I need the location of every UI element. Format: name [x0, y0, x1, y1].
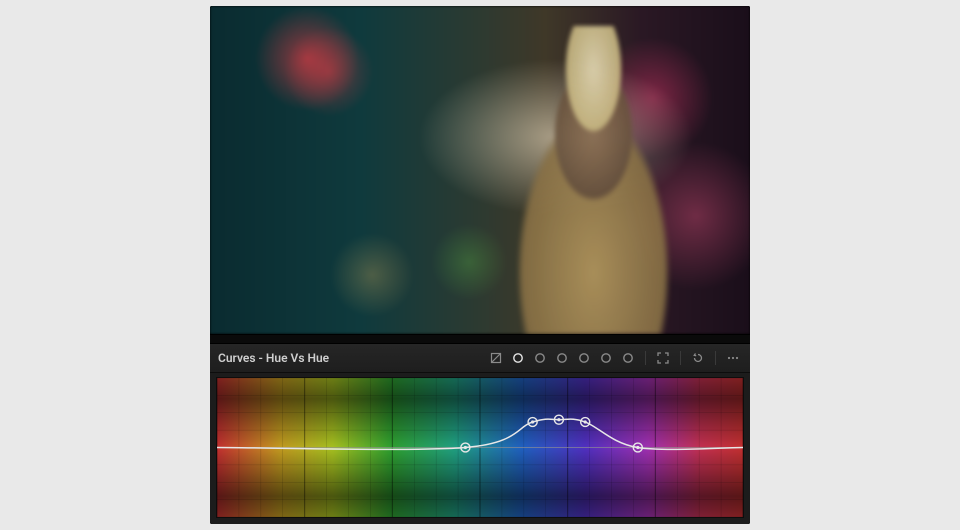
color-app-window: Curves - Hue Vs Hue — [210, 6, 750, 524]
video-viewer[interactable] — [210, 6, 750, 334]
curve-control-point[interactable] — [528, 418, 537, 427]
curves-mode-custom-icon[interactable] — [487, 349, 505, 367]
curves-header-icons — [487, 349, 742, 367]
curves-graph[interactable] — [216, 377, 744, 518]
curves-mode-hue-vs-sat-icon[interactable] — [531, 349, 549, 367]
curves-mode-sat-vs-sat-icon[interactable] — [597, 349, 615, 367]
curves-mode-hue-vs-lum-icon[interactable] — [553, 349, 571, 367]
curves-mode-lum-vs-sat-icon[interactable] — [575, 349, 593, 367]
curve-control-point[interactable] — [581, 418, 590, 427]
curves-panel-header: Curves - Hue Vs Hue — [210, 344, 750, 373]
panel-options-icon[interactable] — [724, 349, 742, 367]
panel-divider — [210, 334, 750, 344]
expand-panel-icon[interactable] — [654, 349, 672, 367]
reset-curves-icon[interactable] — [689, 349, 707, 367]
curves-svg[interactable] — [217, 378, 743, 517]
curves-panel: Curves - Hue Vs Hue — [210, 344, 750, 524]
app-stage: Curves - Hue Vs Hue — [0, 0, 960, 530]
curves-mode-sat-vs-lum-icon[interactable] — [619, 349, 637, 367]
header-separator — [680, 351, 681, 365]
curves-mode-hue-vs-hue-icon[interactable] — [509, 349, 527, 367]
curves-panel-title: Curves - Hue Vs Hue — [218, 351, 329, 365]
header-separator — [715, 351, 716, 365]
header-separator — [645, 351, 646, 365]
viewer-subject-silhouette — [475, 26, 713, 334]
